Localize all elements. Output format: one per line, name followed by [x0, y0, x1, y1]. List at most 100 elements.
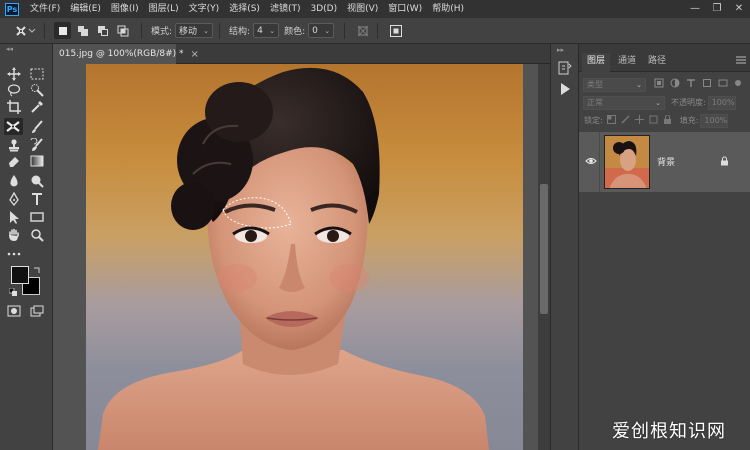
panel-collapse-icon[interactable]: ◂◂ [0, 44, 53, 54]
menu-view[interactable]: 视图(V) [342, 0, 383, 18]
layer-filter-select[interactable]: 类型 ⌄ [583, 77, 646, 92]
adjustment-filter-icon[interactable] [670, 78, 680, 91]
quick-selection-tool-icon[interactable] [27, 81, 46, 98]
layer-row-background[interactable]: 背景 [579, 132, 750, 192]
quick-mask-icon[interactable] [4, 302, 23, 319]
divider [599, 132, 600, 192]
subtract-selection-icon[interactable] [94, 22, 111, 39]
tab-layers[interactable]: 图层 [582, 53, 611, 72]
pen-tool-icon[interactable] [4, 190, 23, 207]
blend-mode-select[interactable]: 正常 ⌄ [583, 95, 665, 110]
swap-colors-icon[interactable] [33, 266, 41, 274]
canvas-workspace[interactable] [53, 64, 538, 450]
options-bar: 模式: 移动 ⌄ 结构: 4 ⌄ 颜色: 0 ⌄ [0, 18, 750, 44]
clone-stamp-tool-icon[interactable] [4, 136, 23, 153]
zoom-tool-icon[interactable] [27, 226, 46, 243]
patch-tool-icon[interactable] [4, 118, 23, 135]
lasso-tool-icon[interactable] [4, 81, 23, 98]
menu-window[interactable]: 窗口(W) [383, 0, 427, 18]
lock-image-icon[interactable] [621, 115, 630, 127]
tab-paths[interactable]: 路径 [643, 53, 671, 72]
mode-label: 模式: [151, 27, 173, 37]
close-window-button[interactable]: ✕ [728, 0, 750, 18]
brush-tool-icon[interactable] [27, 118, 46, 135]
lock-fill-row: 锁定: 填充: 100% [579, 112, 750, 129]
opacity-input[interactable]: 100% [707, 95, 736, 110]
marquee-tool-icon[interactable] [27, 65, 46, 82]
layer-filter-row: 类型 ⌄ [579, 76, 750, 93]
layer-name[interactable]: 背景 [657, 155, 675, 168]
history-panel-icon[interactable] [557, 60, 573, 76]
lock-artboard-icon[interactable] [649, 115, 658, 127]
mode-select[interactable]: 移动 ⌄ [175, 23, 214, 38]
type-filter-icon[interactable] [686, 78, 696, 91]
eye-icon[interactable] [585, 156, 597, 166]
chevron-down-icon: ⌄ [324, 26, 331, 35]
menu-image[interactable]: 图像(I) [106, 0, 144, 18]
dodge-tool-icon[interactable] [27, 172, 46, 189]
patch-tool-icon[interactable] [14, 22, 38, 39]
lock-label: 锁定: [584, 116, 603, 125]
document-tab[interactable]: 015.jpg @ 100%(RGB/8#) * × [53, 44, 199, 64]
document-tab-bar: 015.jpg @ 100%(RGB/8#) * × [53, 44, 550, 64]
transform-on-drop-icon[interactable] [387, 22, 404, 39]
structure-label: 结构: [229, 27, 251, 37]
actions-play-icon[interactable] [557, 81, 573, 97]
menu-3d[interactable]: 3D(D) [305, 0, 342, 18]
crop-tool-icon[interactable] [4, 98, 23, 115]
move-tool-icon[interactable] [4, 65, 23, 82]
document-tab-title: 015.jpg @ 100%(RGB/8#) * [59, 49, 184, 59]
new-selection-icon[interactable] [54, 22, 71, 39]
filter-toggle-icon[interactable] [734, 79, 742, 90]
lock-all-icon[interactable] [663, 114, 672, 127]
add-selection-icon[interactable] [74, 22, 91, 39]
eraser-tool-icon[interactable] [4, 152, 23, 169]
tab-channels[interactable]: 通道 [613, 53, 641, 72]
vertical-scrollbar[interactable] [538, 64, 550, 450]
lock-position-icon[interactable] [634, 114, 644, 127]
history-brush-tool-icon[interactable] [27, 136, 46, 153]
more-tools-icon[interactable] [4, 245, 23, 262]
separator [141, 22, 142, 39]
minimize-button[interactable]: — [684, 0, 706, 18]
default-colors-icon[interactable] [8, 287, 17, 296]
portrait-image[interactable] [53, 64, 538, 450]
chevron-down-icon: ⌄ [203, 26, 210, 35]
pixel-filter-icon[interactable] [654, 78, 664, 91]
scrollbar-thumb[interactable] [540, 184, 548, 314]
menu-layer[interactable]: 图层(L) [144, 0, 184, 18]
smart-object-filter-icon[interactable] [718, 78, 728, 91]
menu-help[interactable]: 帮助(H) [427, 0, 469, 18]
hand-tool-icon[interactable] [4, 226, 23, 243]
lock-transparent-icon[interactable] [606, 114, 616, 127]
restore-button[interactable]: ❐ [706, 0, 728, 18]
gradient-tool-icon[interactable] [27, 152, 46, 169]
screen-mode-icon[interactable] [27, 302, 46, 319]
rectangle-tool-icon[interactable] [27, 208, 46, 225]
shape-filter-icon[interactable] [702, 78, 712, 91]
filter-type-label: 类型 [587, 80, 603, 89]
panel-icon-strip: ▸▸ [550, 44, 579, 450]
eyedropper-tool-icon[interactable] [27, 98, 46, 115]
layer-thumbnail[interactable] [604, 135, 650, 189]
menu-file[interactable]: 文件(F) [25, 0, 65, 18]
menu-type[interactable]: 文字(Y) [184, 0, 225, 18]
blur-tool-icon[interactable] [4, 172, 23, 189]
panel-menu-icon[interactable] [736, 56, 746, 64]
close-icon[interactable]: × [191, 49, 199, 60]
expand-panels-icon[interactable]: ▸▸ [557, 46, 564, 54]
structure-select[interactable]: 4 ⌄ [253, 23, 280, 38]
type-tool-icon[interactable] [27, 190, 46, 207]
color-select[interactable]: 0 ⌄ [308, 23, 335, 38]
intersect-selection-icon[interactable] [114, 22, 131, 39]
menu-edit[interactable]: 编辑(E) [65, 0, 106, 18]
blend-opacity-row: 正常 ⌄ 不透明度: 100% [579, 94, 750, 111]
menu-select[interactable]: 选择(S) [224, 0, 265, 18]
fill-label: 填充: [679, 116, 699, 125]
fill-input[interactable]: 100% [700, 113, 729, 128]
blend-mode-value: 正常 [587, 98, 603, 107]
path-selection-tool-icon[interactable] [4, 208, 23, 225]
sample-all-layers-icon[interactable] [354, 22, 371, 39]
foreground-color-swatch-top[interactable] [11, 266, 29, 284]
menu-filter[interactable]: 滤镜(T) [265, 0, 306, 18]
